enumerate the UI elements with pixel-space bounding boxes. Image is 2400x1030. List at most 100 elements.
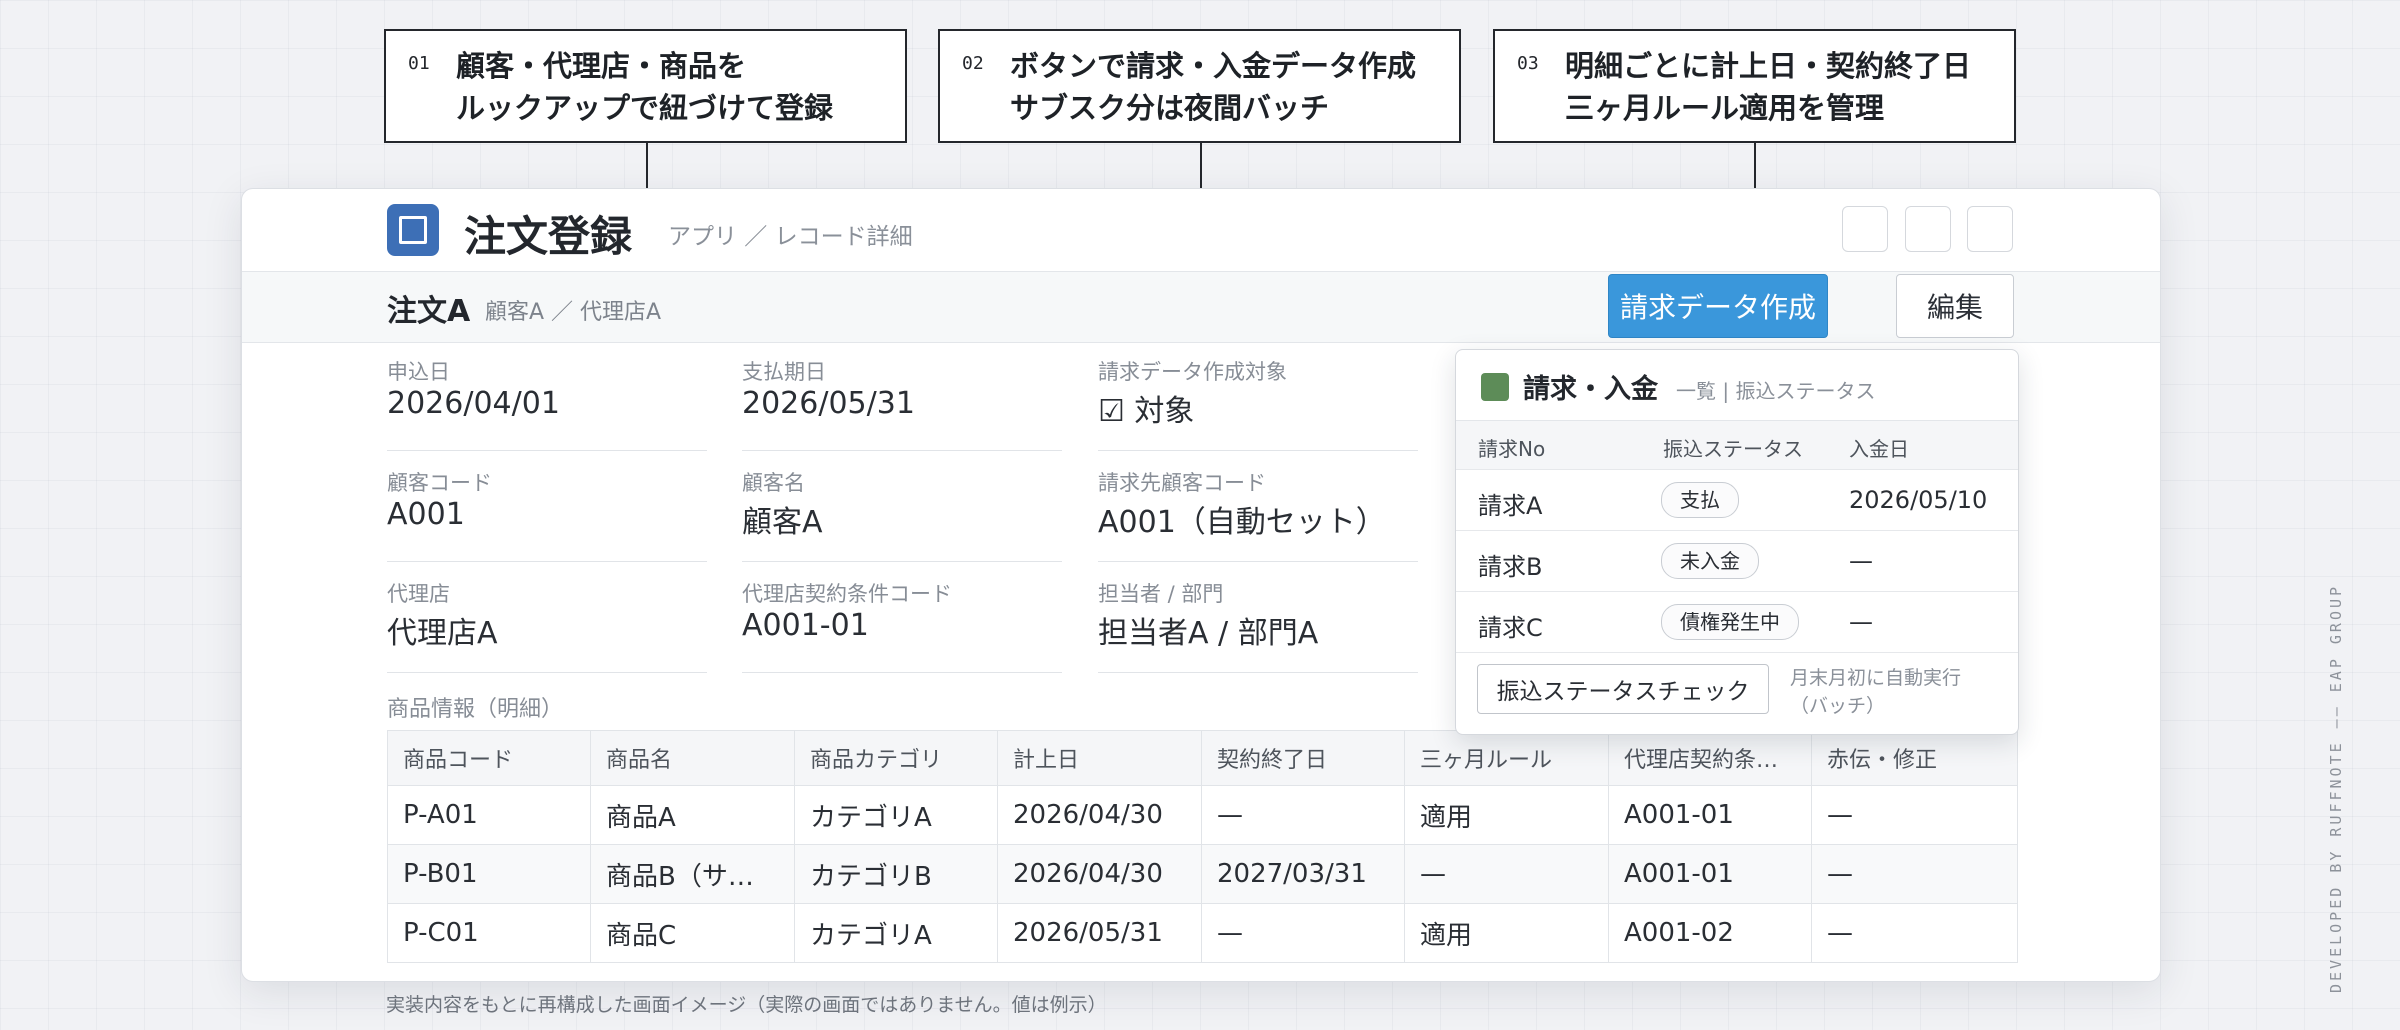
table-row[interactable]: P-A01 商品A カテゴリA 2026/04/30 — 適用 A001-01 … [387,785,2018,845]
field-label: 申込日 [387,360,450,384]
callout-text: ボタンで請求・入金データ作成 サブスク分は夜間バッチ [1010,45,1449,129]
batch-note-line: （バッチ） [1790,695,1886,717]
header-action-button[interactable] [1842,206,1888,252]
table-cell: A001-01 [1608,844,1812,904]
callout-line: 顧客・代理店・商品を [456,49,747,83]
field-customer-code[interactable]: 顧客コード A001 [387,461,707,562]
billing-list: 請求No 振込ステータス 入金日 請求A 支払 2026/05/10 請求B 未… [1456,421,2018,653]
callout-connector [1754,143,1756,193]
field-billing-customer-code[interactable]: 請求先顧客コード A001（自動セット） [1098,461,1418,562]
transfer-status-check-button[interactable]: 振込ステータスチェック [1477,664,1769,714]
record-bar: 注文A 顧客A ／ 代理店A 請求データ作成 編集 [242,272,2160,343]
callout-number: 01 [408,53,430,74]
column-header: 入金日 [1849,437,1909,461]
billing-list-header: 請求No 振込ステータス 入金日 [1456,421,2018,470]
table-cell: P-B01 [387,844,591,904]
field-value: 顧客A [742,505,823,540]
table-cell: 2026/04/30 [997,844,1202,904]
panel-icon [1481,373,1509,401]
status-badge: 未入金 [1661,543,1759,579]
billing-payment-panel: 請求・入金 一覧 | 振込ステータス 請求No 振込ステータス 入金日 請求A … [1455,349,2019,735]
header-action-button[interactable] [1967,206,2013,252]
field-label: 顧客名 [742,471,805,495]
record-subtitle: 顧客A ／ 代理店A [485,300,662,325]
table-cell: 適用 [1404,903,1609,963]
table-cell: — [1811,903,2018,963]
batch-note: 月末月初に自動実行 （バッチ） [1790,664,1961,720]
field-application-date[interactable]: 申込日 2026/04/01 [387,350,707,451]
payment-date: — [1849,547,1873,575]
column-header[interactable]: 計上日 [997,730,1202,786]
payment-date: — [1849,608,1873,636]
billing-number: 請求B [1478,553,1543,581]
field-customer-name[interactable]: 顧客名 顧客A [742,461,1062,562]
callout-line: 明細ごとに計上日・契約終了日 [1565,49,1972,83]
column-header[interactable]: 契約終了日 [1201,730,1405,786]
breadcrumb[interactable]: アプリ ／ レコード詳細 [668,217,913,251]
field-value: 担当者A / 部門A [1098,616,1319,651]
field-label: 担当者 / 部門 [1098,582,1224,606]
field-payment-due[interactable]: 支払期日 2026/05/31 [742,350,1062,451]
table-row[interactable]: P-C01 商品C カテゴリA 2026/05/31 — 適用 A001-02 … [387,903,2018,963]
payment-date: 2026/05/10 [1849,486,1988,514]
column-header[interactable]: 商品コード [387,730,591,786]
callout-line: サブスク分は夜間バッチ [1010,91,1330,125]
status-badge: 支払 [1661,482,1739,518]
table-cell: P-A01 [387,785,591,845]
callout-text: 顧客・代理店・商品を ルックアップで紐づけて登録 [456,45,895,129]
table-cell: 商品C [590,903,795,963]
field-value: ☑ 対象 [1098,394,1195,429]
app-icon [387,204,439,256]
callout-02: 02 ボタンで請求・入金データ作成 サブスク分は夜間バッチ [938,29,1461,143]
table-cell: カテゴリA [794,903,998,963]
callout-03: 03 明細ごとに計上日・契約終了日 三ヶ月ルール適用を管理 [1493,29,2016,143]
field-label: 顧客コード [387,471,492,495]
callout-text: 明細ごとに計上日・契約終了日 三ヶ月ルール適用を管理 [1565,45,2004,129]
billing-number: 請求C [1478,614,1543,642]
column-header[interactable]: 商品カテゴリ [794,730,998,786]
list-item[interactable]: 請求B 未入金 — [1456,531,2018,592]
table-row[interactable]: P-B01 商品B（サブ… カテゴリB 2026/04/30 2027/03/3… [387,844,2018,904]
callout-connector [646,143,648,193]
column-header[interactable]: 赤伝・修正 [1811,730,2018,786]
table-cell: — [1811,785,2018,845]
header-action-button[interactable] [1905,206,1951,252]
field-agency[interactable]: 代理店 代理店A [387,572,707,673]
callout-connector [1200,143,1202,193]
field-value: 2026/05/31 [742,386,915,421]
field-label: 代理店 [387,582,450,606]
table-cell: — [1404,844,1609,904]
list-item[interactable]: 請求A 支払 2026/05/10 [1456,470,2018,531]
edit-button[interactable]: 編集 [1896,274,2014,338]
page-title: 注文登録 [464,212,633,261]
field-value: A001（自動セット） [1098,505,1386,540]
column-header[interactable]: 商品名 [590,730,795,786]
table-cell: カテゴリA [794,785,998,845]
table-cell: — [1201,903,1405,963]
panel-title: 請求・入金 [1523,374,1658,405]
table-cell: — [1201,785,1405,845]
table-cell: 2026/05/31 [997,903,1202,963]
callout-line: ボタンで請求・入金データ作成 [1010,49,1417,83]
field-value: A001 [387,497,465,532]
field-owner-department[interactable]: 担当者 / 部門 担当者A / 部門A [1098,572,1418,673]
create-billing-button[interactable]: 請求データ作成 [1608,274,1828,338]
field-label: 請求先顧客コード [1098,471,1266,495]
column-header[interactable]: 三ヶ月ルール [1404,730,1609,786]
batch-note-line: 月末月初に自動実行 [1790,667,1962,689]
credit-text: DEVELOPED BY RUFFNOTE —— EAP GROUP [2327,583,2345,993]
callout-line: ルックアップで紐づけて登録 [456,91,834,125]
field-agency-contract-code[interactable]: 代理店契約条件コード A001-01 [742,572,1062,673]
column-header: 請求No [1478,437,1546,461]
field-value: 2026/04/01 [387,386,560,421]
table-cell: 2027/03/31 [1201,844,1405,904]
field-billing-target[interactable]: 請求データ作成対象 ☑ 対象 [1098,350,1418,451]
table-cell: 適用 [1404,785,1609,845]
table-cell: 2026/04/30 [997,785,1202,845]
panel-header: 請求・入金 一覧 | 振込ステータス [1456,350,2018,421]
table-cell: 商品B（サブ… [590,844,795,904]
table-header-row: 商品コード 商品名 商品カテゴリ 計上日 契約終了日 三ヶ月ルール 代理店契約条… [387,730,2018,786]
table-cell: P-C01 [387,903,591,963]
column-header[interactable]: 代理店契約条… [1608,730,1812,786]
list-item[interactable]: 請求C 債権発生中 — [1456,592,2018,653]
